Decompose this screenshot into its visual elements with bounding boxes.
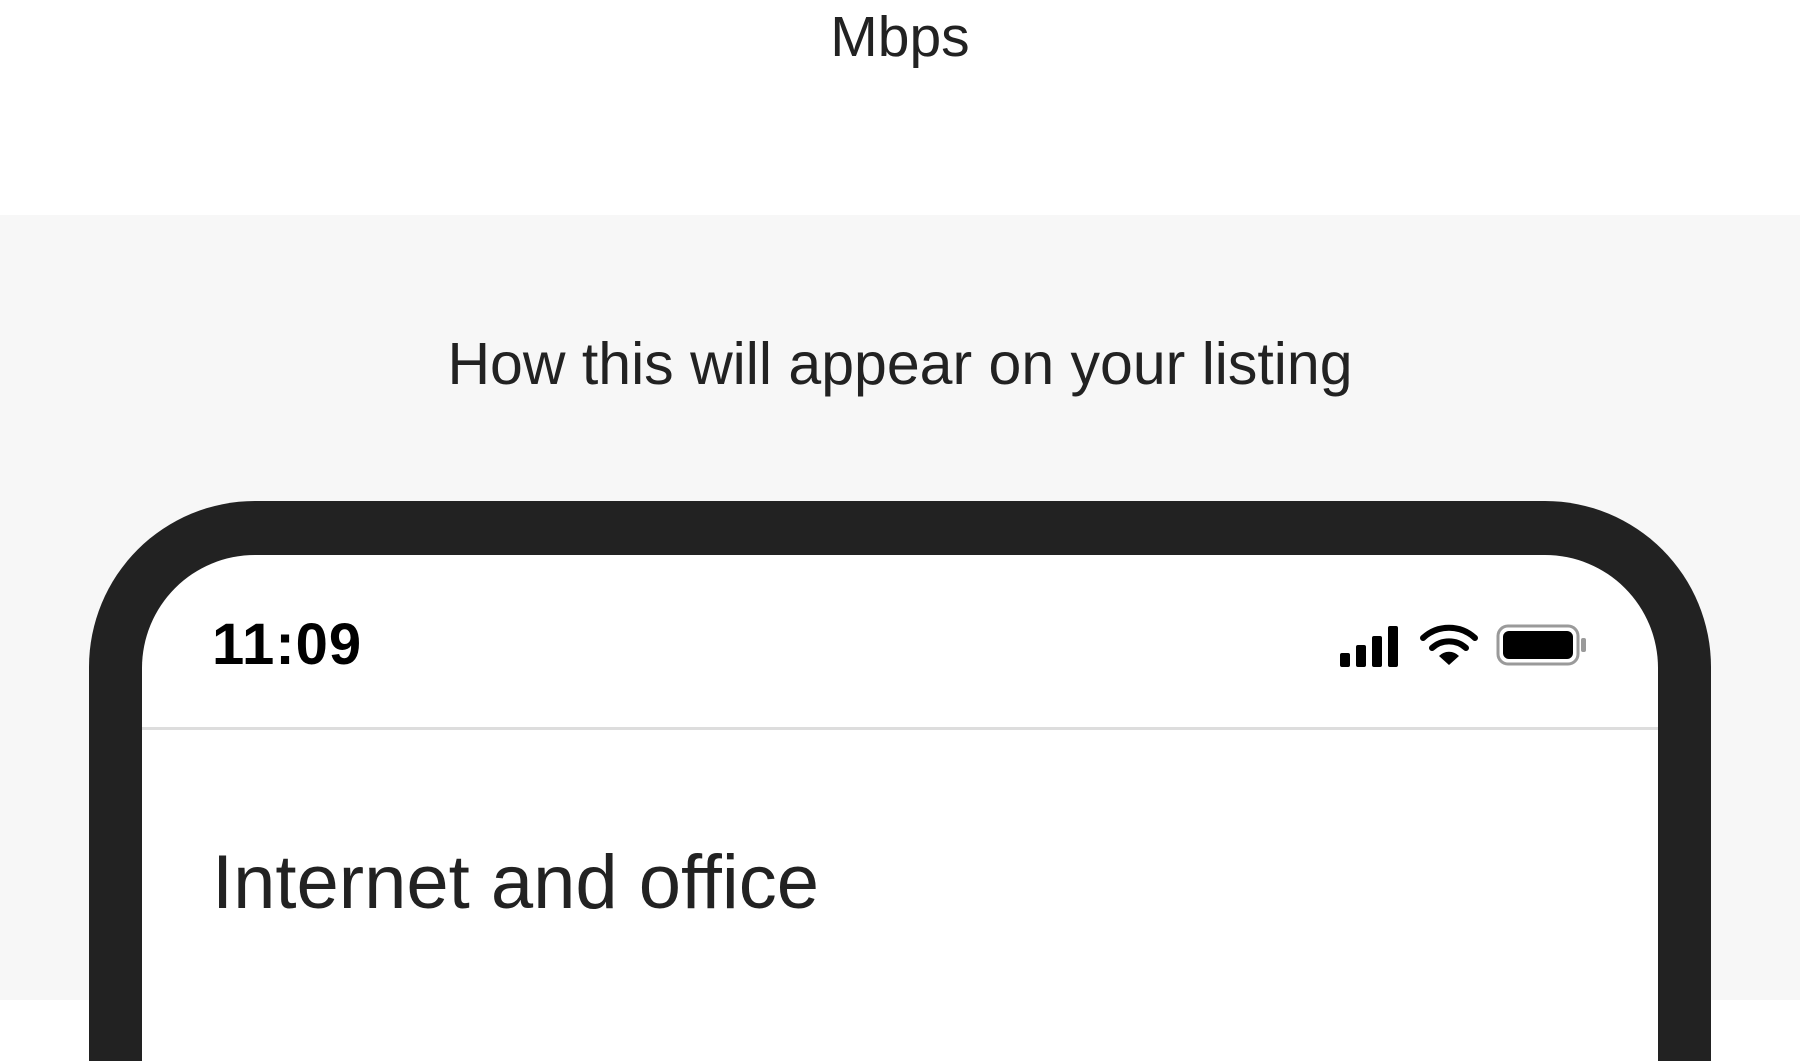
preview-heading: How this will appear on your listing — [447, 331, 1353, 397]
speed-unit-label: Mbps — [830, 5, 970, 69]
phone-screen: 11:09 Internet and office — [142, 555, 1658, 1061]
screen-title: Internet and office — [212, 840, 820, 925]
status-time: 11:09 — [212, 612, 363, 677]
battery-icon — [1496, 624, 1586, 666]
listing-preview-section: How this will appear on your listing 11:… — [0, 215, 1800, 1061]
phone-mockup: 11:09 Internet and office — [89, 501, 1711, 1061]
wifi-icon — [1420, 624, 1478, 665]
status-icons — [1338, 620, 1588, 670]
speed-input-section: Mbps — [0, 0, 1800, 215]
cellular-signal-icon — [1340, 626, 1398, 667]
status-bar: 11:09 — [142, 555, 1658, 730]
